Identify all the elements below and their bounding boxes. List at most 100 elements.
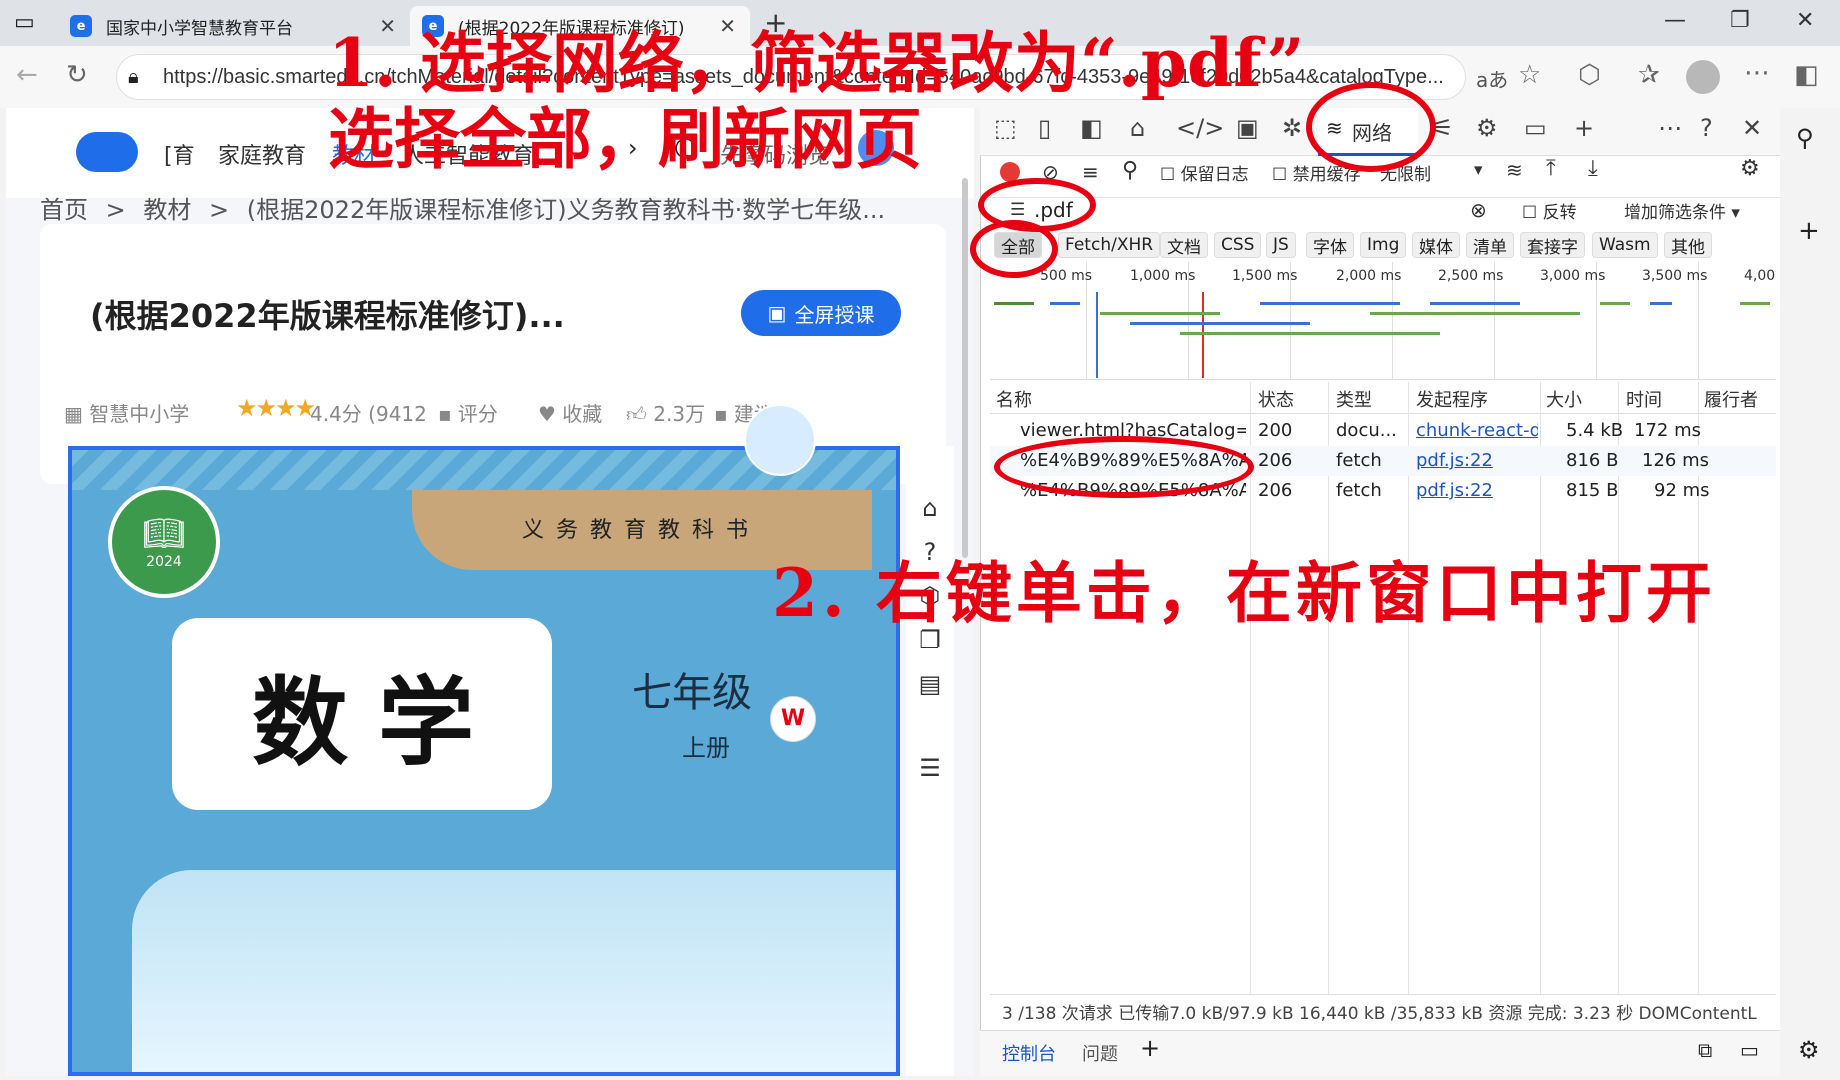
more-tools-icon[interactable]: +	[1574, 114, 1594, 142]
devtools-menu-icon[interactable]: ⋯	[1658, 114, 1682, 142]
drawer-tab-console[interactable]: 控制台	[1002, 1040, 1056, 1066]
memory-icon[interactable]: ⚙	[1476, 114, 1498, 142]
minimize-button[interactable]: —	[1664, 8, 1686, 33]
refresh-icon[interactable]: ↻	[66, 60, 88, 90]
type-filter-chip[interactable]: Fetch/XHR	[1058, 232, 1161, 258]
favorites-icon[interactable]: ✰	[1638, 60, 1660, 90]
request-time: 126 ms	[1642, 450, 1709, 471]
wps-icon[interactable]: W	[770, 696, 816, 742]
col-fulfilled-by[interactable]: 履行者	[1704, 386, 1758, 412]
close-devtools-icon[interactable]: ✕	[1742, 114, 1762, 142]
network-conditions-icon[interactable]: ≋	[1506, 158, 1523, 182]
preserve-log-checkbox[interactable]: ☐ 保留日志	[1160, 160, 1249, 185]
read-aloud-icon[interactable]: aあ	[1476, 64, 1508, 93]
clear-filter-icon[interactable]: ⊗	[1470, 198, 1487, 222]
request-status: 206	[1258, 480, 1293, 501]
col-initiator[interactable]: 发起程序	[1416, 386, 1488, 412]
invert-checkbox[interactable]: ☐ 反转	[1522, 198, 1577, 223]
col-size[interactable]: 大小	[1546, 386, 1582, 412]
type-filter-chip[interactable]: 套接字	[1520, 232, 1585, 258]
settings-icon[interactable]: ⚙	[1798, 1036, 1820, 1064]
fullscreen-teach-button[interactable]: ▣ 全屏授课	[741, 290, 901, 336]
menu-icon[interactable]: ☰	[914, 754, 946, 782]
type-filter-chip[interactable]: 文档	[1160, 232, 1208, 258]
breadcrumb-home[interactable]: 首页	[40, 196, 88, 224]
timeline-tick: 1,500 ms	[1232, 268, 1298, 284]
favorite-star-icon[interactable]: ☆	[1518, 60, 1541, 90]
request-initiator[interactable]: pdf.js:22	[1416, 480, 1493, 501]
type-filter-chip[interactable]: 字体	[1306, 232, 1354, 258]
type-filter-chip[interactable]: 媒体	[1412, 232, 1460, 258]
request-type: fetch	[1336, 480, 1382, 501]
close-window-button[interactable]: ✕	[1796, 8, 1814, 33]
elements-icon[interactable]: </>	[1176, 114, 1224, 142]
device-icon[interactable]: ▯	[1038, 114, 1051, 142]
cover-series: 义务教育教科书	[522, 518, 761, 543]
profile-avatar[interactable]	[1686, 60, 1720, 94]
cover-volume: 上册	[682, 734, 730, 762]
request-initiator[interactable]: chunk-react-da	[1416, 420, 1538, 441]
type-filter-chip[interactable]: 其他	[1664, 232, 1712, 258]
type-filter-chip[interactable]: 清单	[1466, 232, 1514, 258]
site-logo[interactable]	[76, 132, 138, 172]
preserve-log-label: 保留日志	[1180, 165, 1249, 185]
more-filters-dropdown[interactable]: 增加筛选条件 ▾	[1624, 198, 1740, 223]
request-time: 172 ms	[1634, 420, 1701, 441]
nav-item-family-education[interactable]: 家庭教育	[218, 138, 306, 170]
download-icon[interactable]: ⤓	[1588, 156, 1598, 181]
fullscreen-teach-label: 全屏授课	[794, 302, 875, 327]
upload-icon[interactable]: ⤒	[1546, 156, 1556, 181]
drawer-tab-issues[interactable]: 问题	[1082, 1040, 1118, 1066]
request-time: 92 ms	[1654, 480, 1710, 501]
sources-icon[interactable]: ✲	[1282, 114, 1302, 142]
more-icon[interactable]: ⋯	[1744, 58, 1770, 88]
request-bar	[1050, 302, 1080, 305]
search-icon[interactable]: ⚲	[1122, 158, 1138, 183]
page-title: (根据2022年版课程标准修订)...	[90, 297, 565, 335]
restore-button[interactable]: ❐	[1730, 8, 1750, 33]
page-scrollbar[interactable]	[962, 178, 968, 558]
add-icon[interactable]: +	[1798, 216, 1820, 246]
filter-toggle-icon[interactable]: ≡	[1082, 160, 1099, 184]
col-type[interactable]: 类型	[1336, 386, 1372, 412]
type-filter-chip[interactable]: Img	[1360, 232, 1407, 258]
search-icon[interactable]: ⚲	[1796, 124, 1814, 152]
notes-icon[interactable]: ▤	[914, 670, 946, 698]
chevron-down-icon[interactable]: ▾	[1474, 160, 1483, 180]
tab-actions-icon[interactable]: ▭	[14, 10, 35, 35]
like-button[interactable]: 👍︎ 2.3万	[626, 398, 705, 427]
dock-icon[interactable]: ◧	[1080, 114, 1103, 142]
site-favicon-icon: e	[70, 15, 92, 37]
nav-item[interactable]: [育	[164, 138, 195, 170]
sidebar-toggle-icon[interactable]: ◧	[1794, 60, 1819, 90]
undock-icon[interactable]: ⧉	[1698, 1038, 1712, 1062]
pdf-request-highlight	[994, 436, 1254, 498]
type-filter-chip[interactable]: CSS	[1214, 232, 1262, 258]
rate-button[interactable]: ▪ 评分	[438, 398, 498, 427]
assistant-mascot[interactable]	[744, 404, 816, 476]
settings-icon[interactable]: ⚙	[1740, 156, 1760, 181]
console-icon[interactable]: ▣	[1236, 114, 1259, 142]
type-filter-chip[interactable]: JS	[1266, 232, 1296, 258]
favorite-button[interactable]: ♥ 收藏	[538, 398, 602, 427]
breadcrumb-textbook[interactable]: 教材	[143, 196, 191, 224]
request-bar	[1180, 332, 1440, 335]
tab-1-title: 国家中小学智慧教育平台	[106, 18, 293, 39]
request-size: 815 B	[1566, 480, 1619, 501]
devtools-help-icon[interactable]: ?	[1700, 114, 1713, 142]
lock-icon[interactable]: 🔒︎	[128, 64, 139, 88]
welcome-home-icon[interactable]: ⌂	[1130, 114, 1145, 142]
add-drawer-tab-icon[interactable]: +	[1140, 1034, 1160, 1062]
extensions-icon[interactable]: ⬡	[1578, 60, 1601, 90]
col-time[interactable]: 时间	[1626, 386, 1662, 412]
back-icon[interactable]: ←	[16, 60, 38, 90]
type-filter-chip[interactable]: Wasm	[1592, 232, 1658, 258]
request-initiator[interactable]: pdf.js:22	[1416, 450, 1493, 471]
invert-label: 反转	[1542, 203, 1577, 223]
col-name[interactable]: 名称	[996, 386, 1032, 412]
col-status[interactable]: 状态	[1258, 386, 1294, 412]
home-icon[interactable]: ⌂	[914, 494, 946, 522]
close-drawer-icon[interactable]: ▭	[1740, 1038, 1759, 1062]
inspect-icon[interactable]: ⬚	[994, 114, 1017, 142]
application-icon[interactable]: ▭	[1524, 114, 1547, 142]
